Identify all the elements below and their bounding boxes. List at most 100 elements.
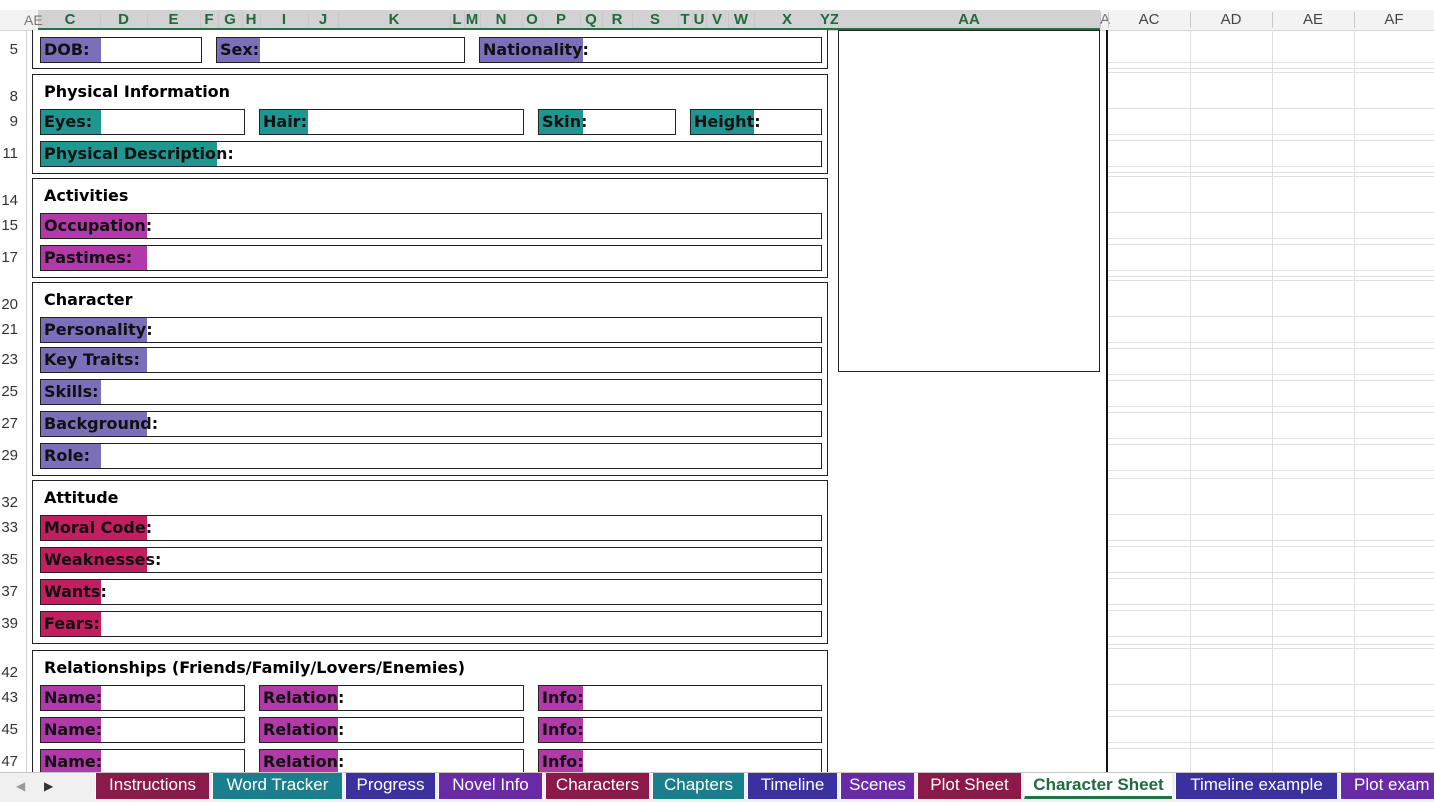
- pastimes-field[interactable]: Pastimes:: [40, 245, 822, 271]
- row-number[interactable]: 29: [0, 446, 18, 466]
- background-field[interactable]: Background:: [40, 411, 822, 437]
- row-number[interactable]: 17: [0, 248, 18, 268]
- column-g[interactable]: G: [218, 10, 242, 30]
- skin-field[interactable]: Skin:: [538, 109, 676, 135]
- tab-timeline-example[interactable]: Timeline example: [1175, 773, 1337, 799]
- column-m[interactable]: M: [464, 10, 480, 30]
- gridline: [1108, 134, 1434, 135]
- personality-field[interactable]: Personality:: [40, 317, 822, 343]
- column-ae[interactable]: AE: [1272, 10, 1354, 30]
- scroll-tabs-right-icon[interactable]: ▶: [44, 779, 53, 793]
- dob-field[interactable]: DOB:: [40, 37, 202, 63]
- column-y[interactable]: Y: [820, 10, 830, 30]
- column-h[interactable]: H: [242, 10, 260, 30]
- role-field[interactable]: Role:: [40, 443, 822, 469]
- column-v[interactable]: V: [706, 10, 728, 30]
- row-number[interactable]: 8: [0, 87, 18, 107]
- relationship-relation-field[interactable]: Relation:: [259, 685, 524, 711]
- column-k[interactable]: K: [338, 10, 450, 30]
- tab-novel-info[interactable]: Novel Info: [438, 773, 542, 799]
- tab-chapters[interactable]: Chapters: [652, 773, 744, 799]
- column-af[interactable]: AF: [1354, 10, 1434, 30]
- tab-timeline[interactable]: Timeline: [747, 773, 837, 799]
- column-ac[interactable]: AC: [1108, 10, 1190, 30]
- gridline: [1354, 30, 1355, 772]
- column-e[interactable]: E: [147, 10, 200, 30]
- fears-field[interactable]: Fears:: [40, 611, 822, 637]
- relationship-info-field[interactable]: Info:: [538, 685, 822, 711]
- row-number[interactable]: 5: [0, 40, 18, 60]
- tab-characters[interactable]: Characters: [545, 773, 649, 799]
- column-f[interactable]: F: [200, 10, 218, 30]
- column-o[interactable]: O: [522, 10, 542, 30]
- column-ad[interactable]: AD: [1190, 10, 1272, 30]
- column-l[interactable]: L: [450, 10, 464, 30]
- row-number[interactable]: 32: [0, 493, 18, 513]
- row-number[interactable]: 27: [0, 414, 18, 434]
- gridline: [1108, 644, 1434, 645]
- relationship-relation-field[interactable]: Relation:: [259, 717, 524, 743]
- row-number[interactable]: 37: [0, 582, 18, 602]
- column-aa[interactable]: AA: [838, 10, 1100, 30]
- key-traits-field[interactable]: Key Traits:: [40, 347, 822, 373]
- row-number[interactable]: 15: [0, 216, 18, 236]
- column-j[interactable]: J: [308, 10, 338, 30]
- tab-word-tracker[interactable]: Word Tracker: [212, 773, 342, 799]
- column-r[interactable]: R: [602, 10, 632, 30]
- physical-description-field[interactable]: Physical Description:: [40, 141, 822, 167]
- hair-field[interactable]: Hair:: [259, 109, 524, 135]
- column-s[interactable]: S: [632, 10, 678, 30]
- relationship-name-label: Name:: [41, 750, 102, 774]
- wants-field[interactable]: Wants:: [40, 579, 822, 605]
- tab-progress[interactable]: Progress: [345, 773, 435, 799]
- row-number[interactable]: 47: [0, 752, 18, 772]
- column-w[interactable]: W: [728, 10, 754, 30]
- column-u[interactable]: U: [692, 10, 706, 30]
- row-number[interactable]: 35: [0, 550, 18, 570]
- column-i[interactable]: I: [260, 10, 308, 30]
- gridline: [1108, 140, 1434, 141]
- column-d[interactable]: D: [100, 10, 147, 30]
- skills-field[interactable]: Skills:: [40, 379, 822, 405]
- column-z[interactable]: Z: [830, 10, 839, 30]
- row-number[interactable]: 20: [0, 295, 18, 315]
- column-x[interactable]: X: [754, 10, 820, 30]
- relationship-name-field[interactable]: Name:: [40, 685, 245, 711]
- column-n[interactable]: N: [480, 10, 522, 30]
- eyes-field[interactable]: Eyes:: [40, 109, 245, 135]
- tab-scenes[interactable]: Scenes: [840, 773, 914, 799]
- tab-character-sheet[interactable]: Character Sheet: [1024, 773, 1172, 799]
- character-picture-box[interactable]: [838, 30, 1100, 372]
- column-p[interactable]: P: [542, 10, 580, 30]
- sex-field[interactable]: Sex:: [216, 37, 465, 63]
- row-number[interactable]: 11: [0, 144, 18, 164]
- gridline: [1108, 342, 1434, 343]
- column-t[interactable]: T: [678, 10, 692, 30]
- row-number[interactable]: 42: [0, 663, 18, 683]
- row-number[interactable]: 9: [0, 112, 18, 132]
- tab-instructions[interactable]: Instructions: [95, 773, 209, 799]
- occupation-field[interactable]: Occupation:: [40, 213, 822, 239]
- tab-plot-example[interactable]: Plot exam: [1340, 773, 1434, 799]
- gridline: [1108, 748, 1434, 749]
- column-q[interactable]: Q: [580, 10, 602, 30]
- row-number[interactable]: 25: [0, 382, 18, 402]
- column-ab-partial[interactable]: A: [1100, 10, 1110, 30]
- row-number[interactable]: 14: [0, 191, 18, 211]
- moral-code-field[interactable]: Moral Code:: [40, 515, 822, 541]
- nationality-field[interactable]: Nationality:: [479, 37, 822, 63]
- height-field[interactable]: Height:: [690, 109, 822, 135]
- row-number[interactable]: 39: [0, 614, 18, 634]
- row-number[interactable]: 33: [0, 518, 18, 538]
- row-number[interactable]: 45: [0, 720, 18, 740]
- row-number[interactable]: 23: [0, 350, 18, 370]
- row-number[interactable]: 21: [0, 320, 18, 340]
- column-header-partial[interactable]: AE: [24, 10, 43, 30]
- relationship-name-field[interactable]: Name:: [40, 717, 245, 743]
- column-c[interactable]: C: [40, 10, 100, 30]
- weaknesses-field[interactable]: Weaknesses:: [40, 547, 822, 573]
- relationship-info-field[interactable]: Info:: [538, 717, 822, 743]
- row-number[interactable]: 43: [0, 688, 18, 708]
- scroll-tabs-left-icon[interactable]: ◀: [16, 779, 25, 793]
- tab-plot-sheet[interactable]: Plot Sheet: [917, 773, 1021, 799]
